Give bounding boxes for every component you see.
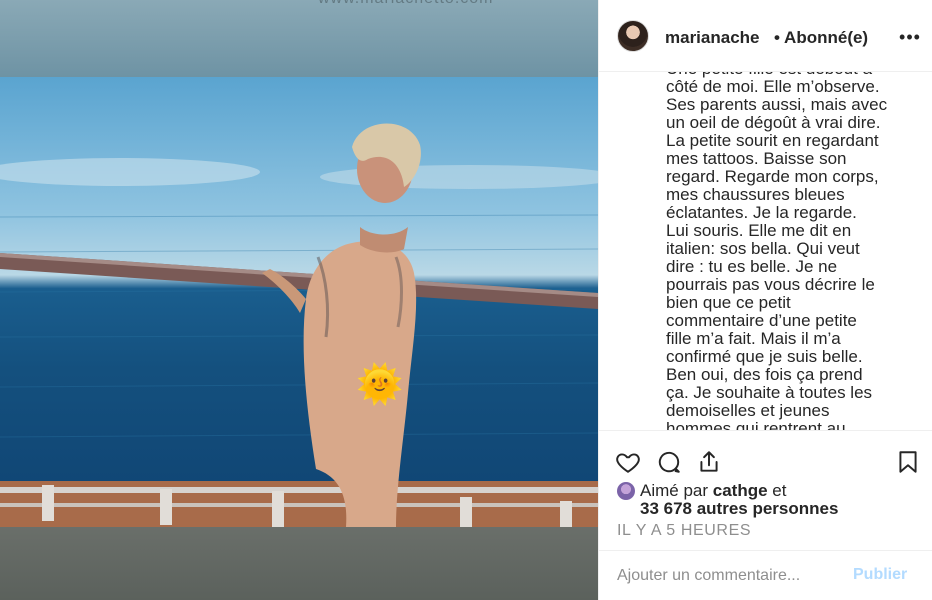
follow-status[interactable]: • Abonné(e)	[774, 28, 868, 48]
photo-figure	[262, 123, 421, 527]
heart-icon[interactable]	[615, 449, 641, 475]
more-options-icon[interactable]: •••	[897, 27, 923, 47]
sun-sticker: 🌞	[356, 362, 404, 406]
media-bottom-band	[0, 527, 598, 600]
post-actions: Aimé par cathge et 33 678 autres personn…	[599, 430, 932, 550]
likes-prefix: Aimé par	[640, 481, 713, 500]
follow-status-label: Abonné(e)	[784, 28, 869, 47]
publish-button[interactable]: Publier	[853, 566, 907, 584]
follow-separator: •	[774, 28, 780, 47]
bookmark-icon[interactable]	[895, 449, 921, 475]
post-photo: 🌞	[0, 77, 598, 527]
caption-text: Une petite fille est debout à côté de mo…	[666, 72, 888, 430]
liker-avatar[interactable]	[617, 482, 635, 500]
comment-icon[interactable]	[656, 449, 682, 475]
caption-scroll-area[interactable]: Une petite fille est debout à côté de mo…	[599, 72, 932, 430]
post-details-panel: marianache • Abonné(e) ••• Une petite fi…	[598, 0, 932, 600]
liker-username[interactable]: cathge	[713, 481, 768, 500]
post-header: marianache • Abonné(e) •••	[599, 0, 932, 72]
photo-scene	[0, 123, 598, 527]
likes-suffix: et	[767, 481, 787, 500]
media-top-band: www.mariachetto.com	[0, 0, 598, 77]
comment-form: Publier	[599, 550, 932, 600]
comment-input[interactable]	[617, 565, 847, 587]
likes-count-button[interactable]: 33 678 autres personnes	[640, 499, 838, 519]
post-timestamp[interactable]: IL Y A 5 HEURES	[617, 522, 751, 540]
share-icon[interactable]	[696, 449, 722, 475]
post-media[interactable]: www.mariachetto.com	[0, 0, 598, 600]
username-link[interactable]: marianache	[665, 28, 771, 48]
likes-line: Aimé par cathge et	[640, 481, 786, 501]
avatar[interactable]	[617, 20, 649, 52]
media-watermark: www.mariachetto.com	[318, 0, 494, 8]
